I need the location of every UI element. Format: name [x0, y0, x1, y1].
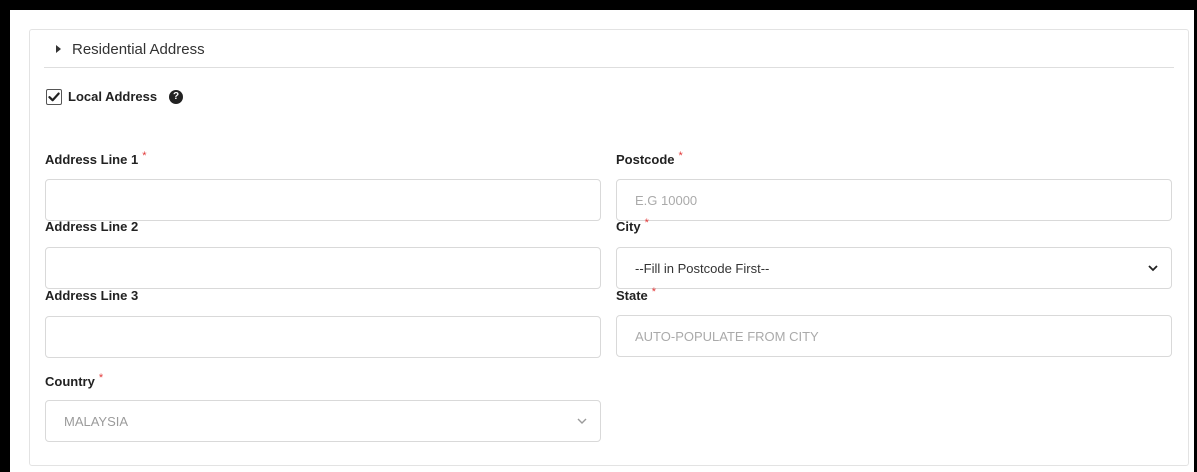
page: Residential Address Local Address ? Addr… — [10, 10, 1194, 472]
residential-address-card: Residential Address Local Address ? Addr… — [29, 29, 1189, 466]
postcode-label: Postcode * — [616, 150, 683, 167]
address-line-3-input[interactable] — [45, 316, 601, 358]
address-line-2-input[interactable] — [45, 247, 601, 289]
section-header[interactable]: Residential Address — [30, 30, 1190, 68]
country-label: Country * — [45, 372, 104, 389]
country-select[interactable]: MALAYSIA — [45, 400, 601, 442]
city-select[interactable]: --Fill in Postcode First-- — [616, 247, 1172, 289]
postcode-input[interactable]: E.G 10000 — [616, 179, 1172, 221]
local-address-label: Local Address — [68, 89, 158, 104]
city-label: City * — [616, 217, 649, 234]
chevron-down-icon — [1148, 265, 1158, 272]
state-input[interactable]: AUTO-POPULATE FROM CITY — [616, 315, 1172, 357]
required-marker: * — [644, 217, 649, 229]
required-marker: * — [678, 150, 683, 162]
city-selected-value: --Fill in Postcode First-- — [635, 260, 770, 276]
chevron-down-icon — [577, 418, 587, 424]
state-placeholder: AUTO-POPULATE FROM CITY — [635, 328, 819, 344]
address-line-1-label-text: Address Line 1 — [45, 152, 139, 167]
question-circle-icon[interactable]: ? — [169, 90, 183, 104]
section-title: Residential Address — [72, 41, 205, 58]
address-line-1-input[interactable] — [45, 179, 601, 221]
state-label-text: State — [616, 288, 648, 303]
postcode-placeholder: E.G 10000 — [635, 192, 698, 208]
postcode-label-text: Postcode — [616, 152, 675, 167]
local-address-checkbox[interactable] — [46, 89, 62, 105]
required-marker: * — [98, 372, 104, 384]
address-line-2-label: Address Line 2 — [45, 219, 139, 234]
required-marker: * — [651, 286, 657, 298]
required-marker: * — [142, 150, 147, 162]
caret-right-icon[interactable] — [56, 45, 61, 53]
state-label: State * — [616, 286, 657, 303]
country-selected-value: MALAYSIA — [64, 413, 129, 429]
address-line-1-label: Address Line 1 * — [45, 150, 147, 167]
section-divider — [44, 67, 1174, 68]
address-line-3-label: Address Line 3 — [45, 288, 139, 303]
check-icon — [48, 92, 60, 102]
city-label-text: City — [616, 219, 641, 234]
country-label-text: Country — [45, 374, 95, 389]
